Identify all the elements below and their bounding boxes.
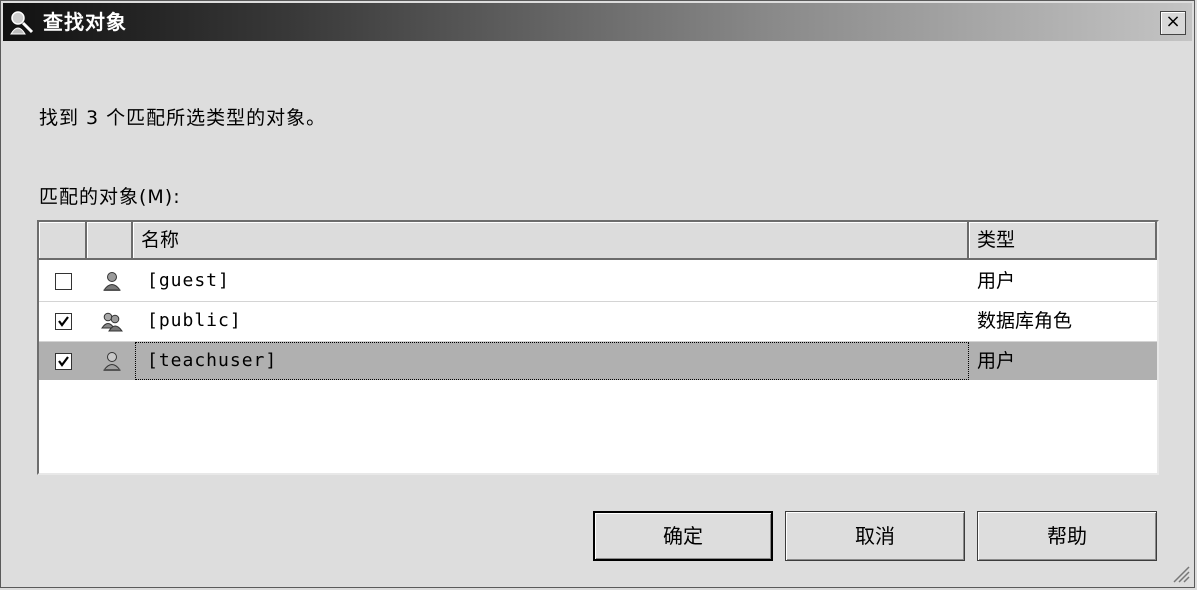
row-type: 用户 [977, 270, 1016, 292]
ok-button[interactable]: 确定 [593, 511, 773, 561]
find-objects-dialog: 查找对象 × 找到 3 个匹配所选类型的对象。 匹配的对象(M): 名称 类型 … [0, 0, 1195, 588]
table-row[interactable]: [public] 数据库角色 [39, 302, 1157, 340]
row-name: [guest] [147, 270, 230, 291]
close-button[interactable]: × [1160, 11, 1186, 35]
find-object-icon [10, 11, 34, 35]
matching-objects-label: 匹配的对象(M): [39, 186, 181, 208]
row-checkbox[interactable] [55, 313, 72, 330]
row-type: 数据库角色 [977, 310, 1073, 332]
column-header-name[interactable]: 名称 [133, 222, 969, 260]
help-button[interactable]: 帮助 [977, 511, 1157, 561]
column-header-type[interactable]: 类型 [969, 222, 1157, 260]
column-header-check[interactable] [39, 222, 87, 260]
check-mark-icon [58, 356, 69, 367]
matching-objects-list[interactable]: 名称 类型 [guest] 用户 [public] 数据库角色 [teachus… [37, 220, 1159, 475]
row-name: [teachuser] [147, 350, 278, 371]
cancel-button[interactable]: 取消 [785, 511, 965, 561]
row-checkbox[interactable] [55, 273, 72, 290]
row-type: 用户 [977, 350, 1016, 372]
check-mark-icon [58, 316, 69, 327]
role-icon [101, 312, 123, 332]
table-row[interactable]: [guest] 用户 [39, 262, 1157, 300]
table-row-selected[interactable]: [teachuser] 用户 [39, 342, 1157, 380]
user-icon [103, 272, 121, 291]
row-name: [public] [147, 310, 242, 331]
found-message: 找到 3 个匹配所选类型的对象。 [39, 107, 327, 129]
row-checkbox[interactable] [55, 353, 72, 370]
dialog-title: 查找对象 [43, 10, 127, 34]
resize-grip-icon[interactable] [1170, 563, 1190, 583]
title-bar[interactable]: 查找对象 × [3, 3, 1192, 41]
column-header-icon[interactable] [87, 222, 133, 260]
user-icon [103, 352, 121, 371]
